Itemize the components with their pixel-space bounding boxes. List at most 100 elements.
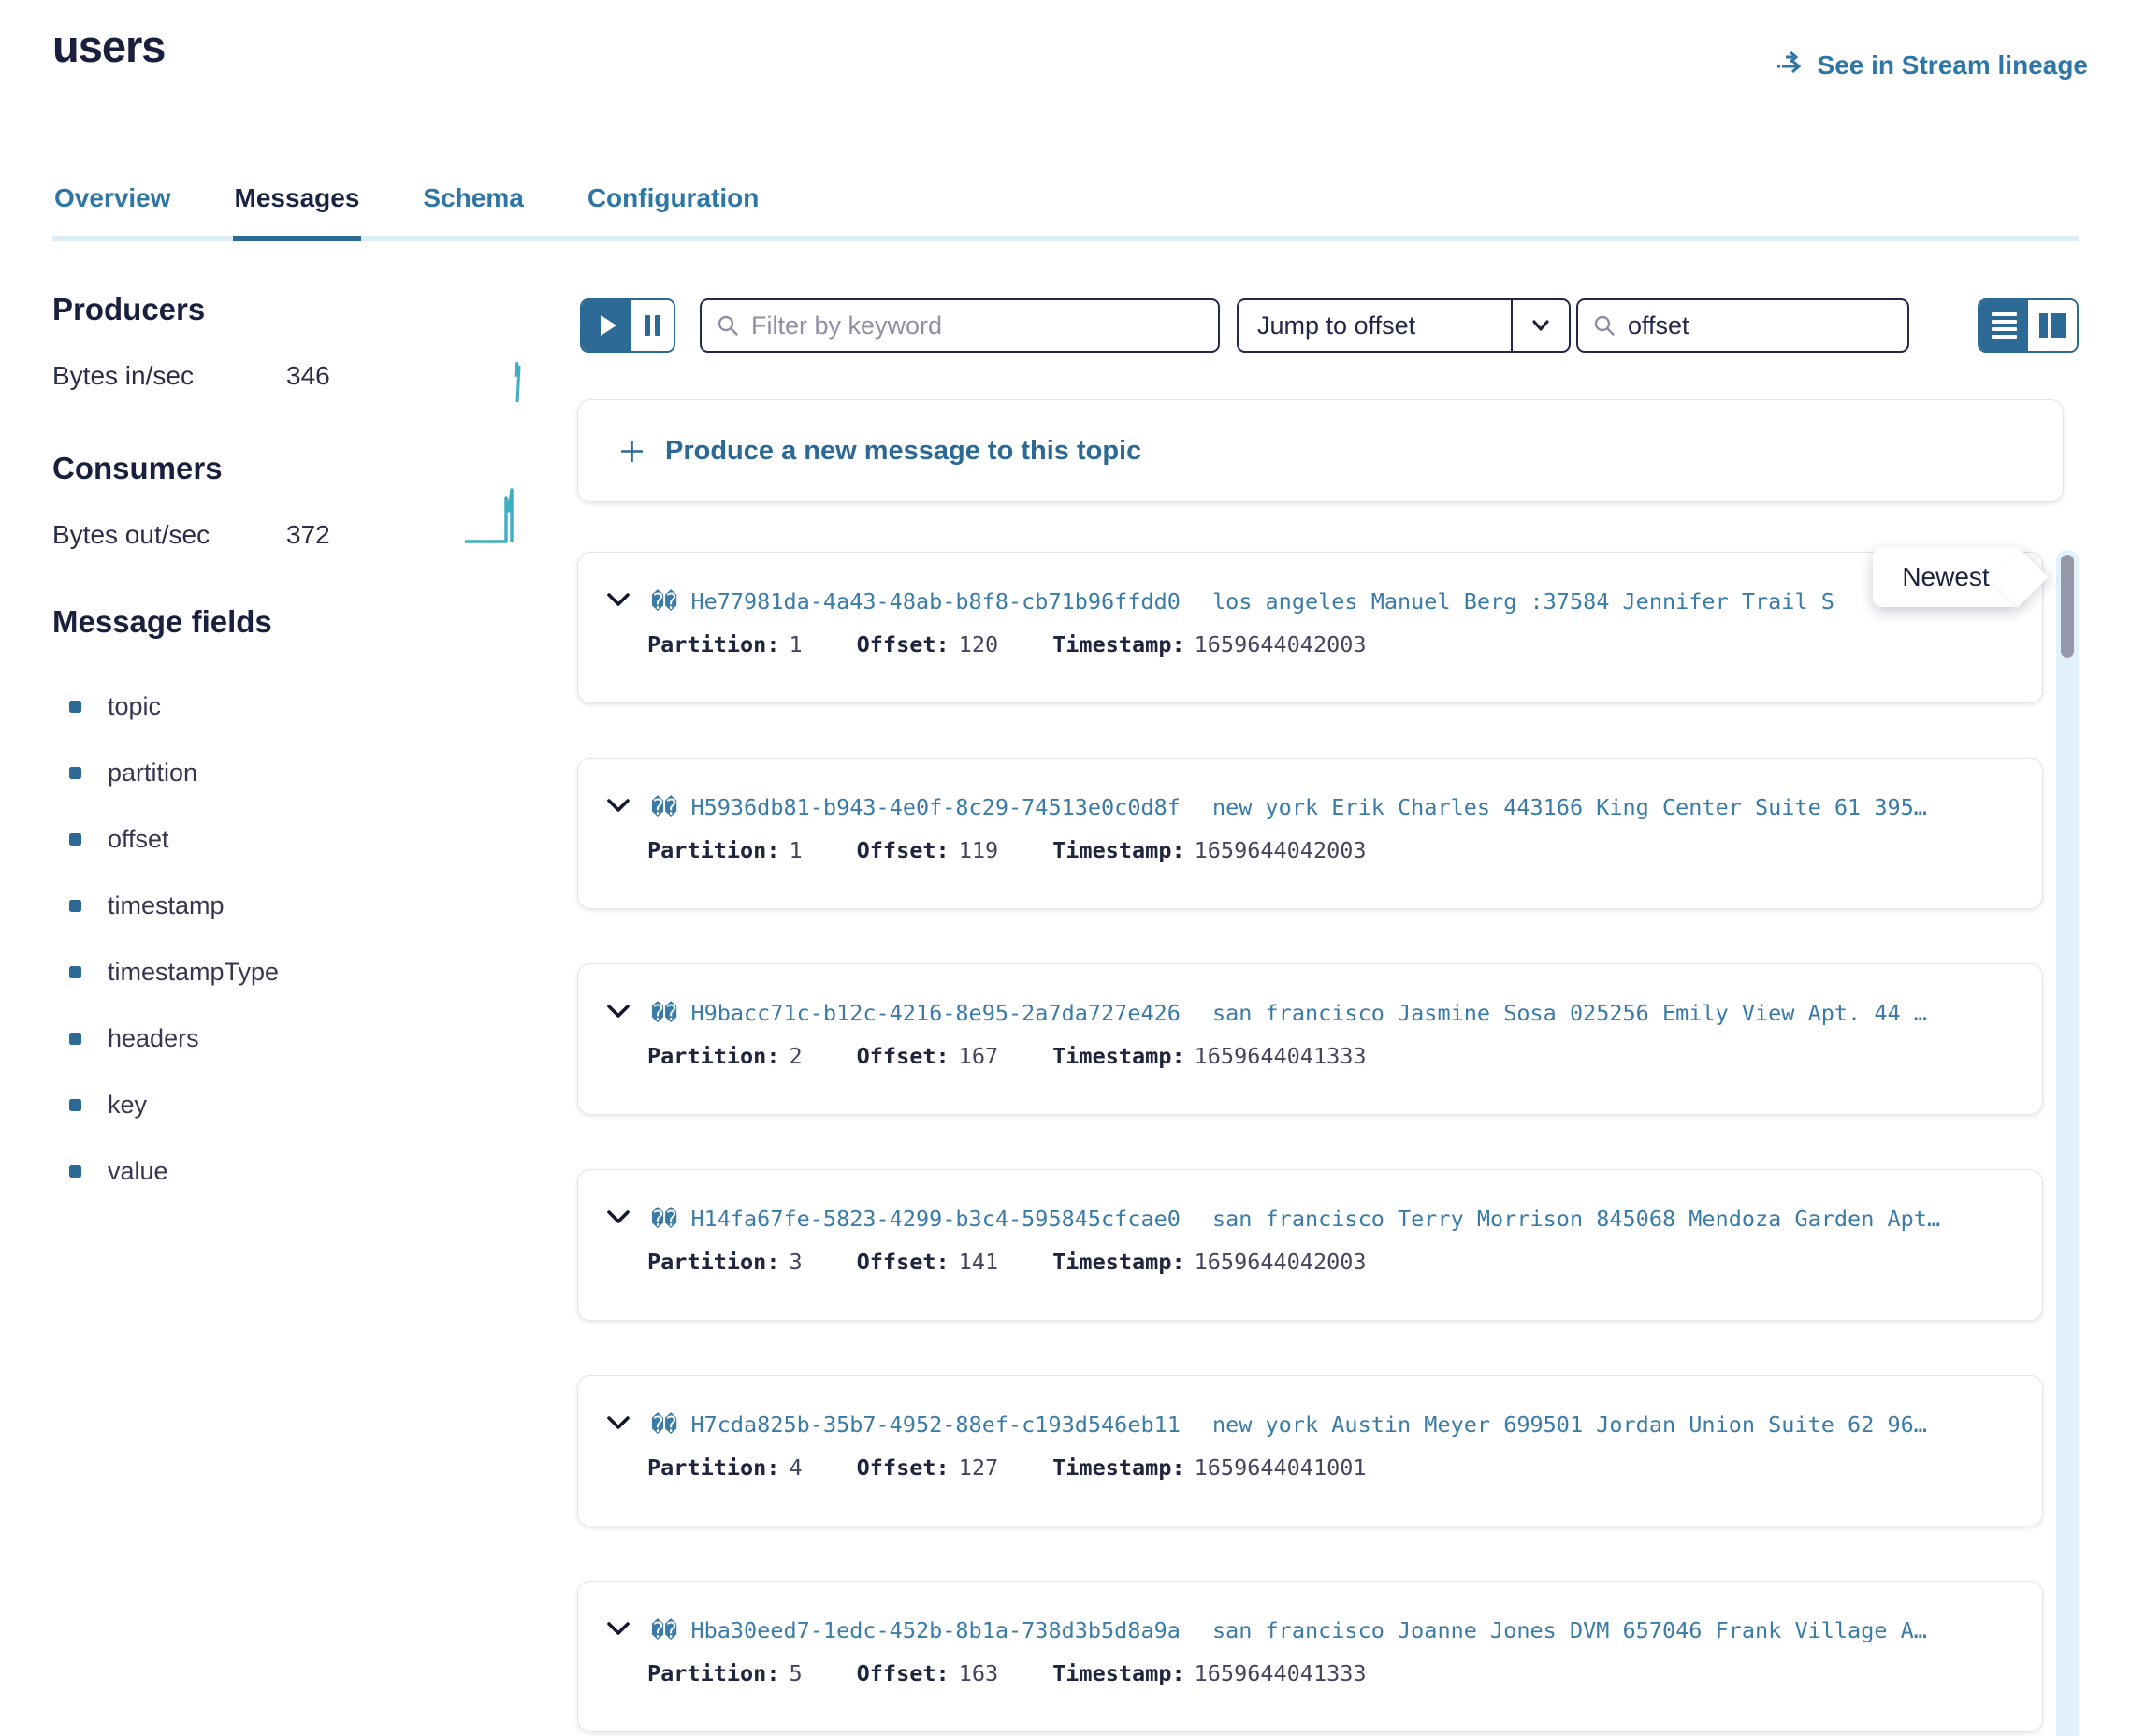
pause-button[interactable] <box>631 300 674 351</box>
list-view-icon <box>1992 327 2017 332</box>
timestamp-value: 1659644042003 <box>1195 1249 1367 1275</box>
partition-label: Partition: <box>647 631 779 658</box>
message-key-line: �� He77981da-4a43-48ab-b8f8-cb71b96ffdd0… <box>606 588 2023 615</box>
message-meta: Partition: 5 Offset: 163 Timestamp: 1659… <box>647 1660 1421 1686</box>
message-key-line: �� H7cda825b-35b7-4952-88ef-c193d546eb11… <box>606 1411 2023 1438</box>
expand-chevron-icon[interactable] <box>606 798 631 817</box>
bytes-out-value: 372 <box>286 520 330 550</box>
message-key-line: �� H9bacc71c-b12c-4216-8e95-2a7da727e426… <box>606 1000 2023 1026</box>
message-card[interactable]: �� H7cda825b-35b7-4952-88ef-c193d546eb11… <box>577 1375 2043 1526</box>
message-card[interactable]: �� H5936db81-b943-4e0f-8c29-74513e0c0d8f… <box>577 758 2043 909</box>
message-field-label: partition <box>108 759 197 788</box>
partition-value: 2 <box>789 1043 802 1069</box>
offset-value: 119 <box>959 837 998 863</box>
square-bullet-icon <box>69 1165 81 1178</box>
stream-lineage-label: See in Stream lineage <box>1818 51 2088 80</box>
message-field-item[interactable]: key <box>69 1091 279 1120</box>
expand-chevron-icon[interactable] <box>606 1004 631 1023</box>
tab-bar: Overview Messages Schema Configuration <box>52 178 2079 241</box>
consumers-heading: Consumers <box>52 451 223 486</box>
message-key-line: �� H14fa67fe-5823-4299-b3c4-595845cfcae0… <box>606 1206 2023 1232</box>
expand-chevron-icon[interactable] <box>606 1209 631 1229</box>
message-value-preview: los angeles Manuel Berg :37584 Jennifer … <box>1212 588 1834 615</box>
offset-label: Offset: <box>857 837 950 863</box>
square-bullet-icon <box>69 900 81 912</box>
stream-lineage-link[interactable]: See in Stream lineage <box>1775 49 2088 81</box>
expand-chevron-icon[interactable] <box>606 1415 631 1435</box>
message-field-item[interactable]: topic <box>69 692 279 721</box>
keyword-filter[interactable] <box>700 298 1220 353</box>
timestamp-label: Timestamp: <box>1052 631 1184 658</box>
list-view-button[interactable] <box>1979 300 2028 351</box>
tab-schema[interactable]: Schema <box>421 178 525 236</box>
offset-value: 167 <box>959 1043 998 1069</box>
timestamp-label: Timestamp: <box>1052 837 1184 863</box>
bytes-in-sparkline <box>503 357 529 408</box>
partition-label: Partition: <box>647 1249 779 1275</box>
timestamp-value: 1659644042003 <box>1195 631 1367 658</box>
bytes-in-value: 346 <box>286 361 330 391</box>
partition-label: Partition: <box>647 1454 779 1481</box>
message-card[interactable]: �� He77981da-4a43-48ab-b8f8-cb71b96ffdd0… <box>577 552 2043 703</box>
message-field-label: offset <box>108 825 169 854</box>
keyword-filter-input[interactable] <box>751 311 1203 340</box>
column-view-icon <box>2039 313 2048 338</box>
message-card[interactable]: �� H14fa67fe-5823-4299-b3c4-595845cfcae0… <box>577 1169 2043 1321</box>
timestamp-value: 1659644041333 <box>1195 1660 1367 1686</box>
play-pause-toggle[interactable] <box>580 298 675 353</box>
square-bullet-icon <box>69 966 81 978</box>
message-field-item[interactable]: offset <box>69 825 279 854</box>
tab-messages[interactable]: Messages <box>233 178 362 241</box>
produce-message-button[interactable]: Produce a new message to this topic <box>577 399 2064 502</box>
partition-value: 1 <box>789 631 802 658</box>
message-field-label: timestampType <box>108 958 279 987</box>
search-icon <box>1593 314 1616 337</box>
tab-configuration[interactable]: Configuration <box>586 178 761 236</box>
square-bullet-icon <box>69 1099 81 1111</box>
column-view-button[interactable] <box>2028 300 2077 351</box>
bytes-in-label: Bytes in/sec <box>52 361 286 391</box>
message-card[interactable]: �� Hba30eed7-1edc-452b-8b1a-738d3b5d8a9a… <box>577 1581 2043 1732</box>
tab-overview[interactable]: Overview <box>52 178 173 236</box>
play-button[interactable] <box>582 300 631 351</box>
view-mode-toggle[interactable] <box>1978 298 2079 353</box>
offset-value: 163 <box>959 1660 998 1686</box>
message-meta: Partition: 1 Offset: 119 Timestamp: 1659… <box>647 837 1421 863</box>
pause-icon <box>655 315 660 336</box>
message-field-item[interactable]: headers <box>69 1024 279 1053</box>
message-field-item[interactable]: timestampType <box>69 958 279 987</box>
message-meta: Partition: 1 Offset: 120 Timestamp: 1659… <box>647 631 1421 658</box>
bytes-out-sparkline <box>462 485 533 546</box>
message-field-item[interactable]: timestamp <box>69 891 279 920</box>
timestamp-value: 1659644041333 <box>1195 1043 1367 1069</box>
message-field-label: value <box>108 1157 168 1186</box>
offset-search-input[interactable] <box>1628 311 1892 340</box>
message-field-item[interactable]: partition <box>69 759 279 788</box>
offset-search[interactable] <box>1576 298 1909 353</box>
timestamp-value: 1659644041001 <box>1195 1454 1367 1481</box>
producers-metric: Bytes in/sec 346 <box>52 361 330 391</box>
pause-icon <box>645 315 650 336</box>
timestamp-value: 1659644042003 <box>1195 837 1367 863</box>
message-card[interactable]: �� H9bacc71c-b12c-4216-8e95-2a7da727e426… <box>577 963 2043 1115</box>
messages-toolbar: Jump to offset <box>580 297 2079 354</box>
square-bullet-icon <box>69 833 81 846</box>
partition-value: 3 <box>789 1249 802 1275</box>
offset-label: Offset: <box>857 631 950 658</box>
message-field-item[interactable]: value <box>69 1157 279 1186</box>
message-list-scrollbar[interactable] <box>2056 550 2079 1736</box>
jump-to-offset-select[interactable]: Jump to offset <box>1237 298 1571 353</box>
square-bullet-icon <box>69 1033 81 1045</box>
message-value-preview: san francisco Jasmine Sosa 025256 Emily … <box>1212 1000 1927 1026</box>
message-key: �� H5936db81-b943-4e0f-8c29-74513e0c0d8f <box>651 794 1181 820</box>
expand-chevron-icon[interactable] <box>606 1621 631 1641</box>
message-key: �� He77981da-4a43-48ab-b8f8-cb71b96ffdd0 <box>651 588 1181 615</box>
column-view-icon <box>2051 313 2066 338</box>
consumers-metric: Bytes out/sec 372 <box>52 520 330 550</box>
message-fields-heading: Message fields <box>52 604 272 640</box>
timestamp-label: Timestamp: <box>1052 1660 1184 1686</box>
scrollbar-thumb[interactable] <box>2061 555 2074 658</box>
expand-chevron-icon[interactable] <box>606 592 631 612</box>
message-key-line: �� H5936db81-b943-4e0f-8c29-74513e0c0d8f… <box>606 794 2023 820</box>
list-view-icon <box>1992 335 2017 340</box>
